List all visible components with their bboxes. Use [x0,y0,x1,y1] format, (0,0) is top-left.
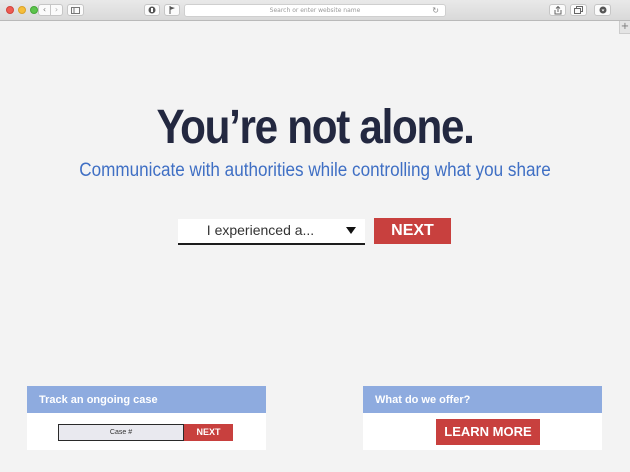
chevron-right-icon: › [54,5,59,14]
minimize-window-button[interactable] [18,6,26,14]
forward-button[interactable]: › [50,4,63,16]
download-icon [599,6,606,14]
experience-select-value: I experienced a... [206,222,315,238]
flag-icon [169,6,175,14]
plus-icon: + [620,21,630,32]
address-bar[interactable]: Search or enter website name ↻ [184,4,446,17]
bookmark-button[interactable] [164,4,180,16]
close-window-button[interactable] [6,6,14,14]
track-case-heading: Track an ongoing case [27,386,266,413]
page-subtitle: Communicate with authorities while contr… [79,160,551,181]
shield-icon [148,6,156,14]
share-button[interactable] [549,4,566,16]
downloads-button[interactable] [594,4,611,16]
offer-card: What do we offer? LEARN MORE [363,386,602,450]
share-icon [554,5,561,15]
reload-icon[interactable]: ↻ [432,5,439,16]
track-next-button[interactable]: NEXT [184,424,233,441]
tabs-icon [574,6,583,14]
page-title: You’re not alone. [156,101,474,154]
privacy-button[interactable] [144,4,160,16]
sidebar-icon [71,7,80,14]
browser-toolbar: ‹ › Search or enter website name ↻ [0,0,630,21]
offer-heading: What do we offer? [363,386,602,413]
chevron-left-icon: ‹ [42,5,47,14]
learn-more-button[interactable]: LEARN MORE [436,419,540,445]
sidebar-button[interactable] [67,4,84,16]
zoom-window-button[interactable] [30,6,38,14]
show-tabs-button[interactable] [570,4,587,16]
new-tab-button[interactable]: + [619,21,630,34]
experience-select[interactable]: I experienced a... [178,219,365,245]
case-number-input[interactable]: Case # [58,424,184,441]
caret-down-icon [346,227,356,234]
next-button[interactable]: NEXT [374,218,451,244]
address-placeholder: Search or enter website name [269,7,361,14]
track-case-card: Track an ongoing case Case # NEXT [27,386,266,450]
